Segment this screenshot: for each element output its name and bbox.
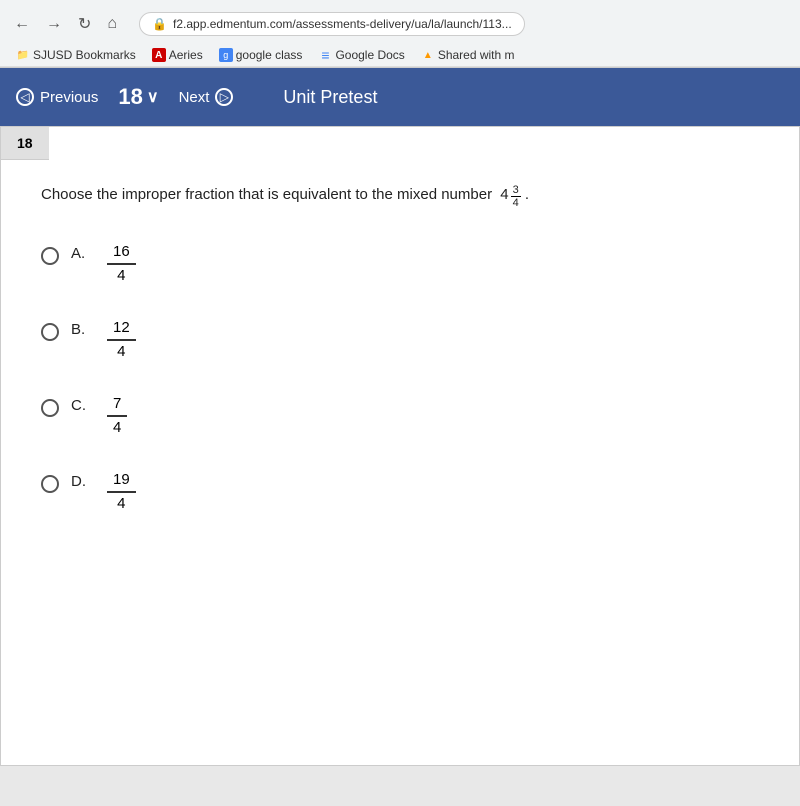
bookmark-shared[interactable]: ▲ Shared with m [415, 46, 521, 64]
mixed-fraction: 3 4 [511, 184, 521, 209]
question-card: 18 Choose the improper fraction that is … [0, 126, 800, 766]
google-docs-icon: ≡ [318, 48, 332, 62]
fraction-d-numerator: 19 [107, 471, 136, 490]
mixed-numerator: 3 [511, 184, 521, 197]
option-c-label: C. [71, 397, 95, 414]
shared-icon: ▲ [421, 48, 435, 62]
bookmark-google-docs-label: Google Docs [335, 48, 404, 62]
bookmark-aeries-label: Aeries [169, 48, 203, 62]
radio-a[interactable] [41, 247, 59, 265]
mixed-number: 4 3 4 [500, 184, 520, 209]
radio-d[interactable] [41, 475, 59, 493]
fraction-a-numerator: 16 [107, 243, 136, 262]
refresh-button[interactable]: ↻ [74, 12, 95, 36]
mixed-whole: 4 [500, 184, 508, 207]
option-c[interactable]: C. 7 4 [41, 389, 759, 441]
previous-label: Previous [40, 89, 98, 106]
previous-icon: ◁ [16, 88, 34, 106]
question-text: Choose the improper fraction that is equ… [41, 184, 759, 209]
browser-chrome: ← → ↻ ⌂ 🔒 f2.app.edmentum.com/assessment… [0, 0, 800, 68]
fraction-d-denominator: 4 [111, 494, 131, 513]
fraction-b-numerator: 12 [107, 319, 136, 338]
bookmark-google-class[interactable]: g google class [213, 46, 309, 64]
bookmarks-bar: 📁 SJUSD Bookmarks A Aeries g google clas… [0, 44, 800, 67]
fraction-b-line [107, 339, 136, 341]
mixed-denominator: 4 [511, 197, 521, 209]
option-b[interactable]: B. 12 4 [41, 313, 759, 365]
question-period: . [525, 186, 529, 203]
bookmark-google-docs[interactable]: ≡ Google Docs [312, 46, 410, 64]
google-class-icon: g [219, 48, 233, 62]
fraction-c-line [107, 415, 127, 417]
fraction-b: 12 4 [107, 319, 136, 361]
fraction-a: 16 4 [107, 243, 136, 285]
option-d[interactable]: D. 19 4 [41, 465, 759, 517]
back-button[interactable]: ← [10, 13, 34, 35]
question-num-text: 18 [118, 84, 142, 110]
option-d-label: D. [71, 473, 95, 490]
fraction-d-line [107, 491, 136, 493]
nav-buttons: ← → ↻ ⌂ 🔒 f2.app.edmentum.com/assessment… [0, 0, 800, 44]
next-button[interactable]: Next ▷ [179, 88, 234, 106]
lock-icon: 🔒 [152, 17, 167, 31]
question-number-display: 18 ∨ [118, 84, 158, 110]
forward-button[interactable]: → [42, 13, 66, 35]
previous-button[interactable]: ◁ Previous [16, 88, 98, 106]
next-label: Next [179, 89, 210, 106]
bookmark-sjusd[interactable]: 📁 SJUSD Bookmarks [10, 46, 142, 64]
option-a[interactable]: A. 16 4 [41, 237, 759, 289]
question-body: Choose the improper fraction that is equ… [1, 160, 799, 541]
question-header-number: 18 [1, 127, 49, 160]
fraction-d: 19 4 [107, 471, 136, 513]
radio-c[interactable] [41, 399, 59, 417]
bookmark-shared-label: Shared with m [438, 48, 515, 62]
bookmark-sjusd-label: SJUSD Bookmarks [33, 48, 136, 62]
url-text: f2.app.edmentum.com/assessments-delivery… [173, 17, 512, 31]
dropdown-arrow[interactable]: ∨ [147, 87, 159, 107]
home-button[interactable]: ⌂ [103, 13, 121, 35]
options-list: A. 16 4 B. 12 4 [41, 237, 759, 517]
option-b-label: B. [71, 321, 95, 338]
question-text-content: Choose the improper fraction that is equ… [41, 186, 492, 203]
fraction-c-denominator: 4 [107, 418, 127, 437]
content-area: 18 Choose the improper fraction that is … [0, 126, 800, 806]
fraction-c-numerator: 7 [107, 395, 127, 414]
fraction-c: 7 4 [107, 395, 127, 437]
aeries-icon: A [152, 48, 166, 62]
toolbar-title: Unit Pretest [283, 87, 377, 108]
sjusd-icon: 📁 [16, 48, 30, 62]
next-icon: ▷ [215, 88, 233, 106]
radio-b[interactable] [41, 323, 59, 341]
fraction-a-denominator: 4 [111, 266, 131, 285]
assessment-toolbar: ◁ Previous 18 ∨ Next ▷ Unit Pretest [0, 68, 800, 126]
fraction-a-line [107, 263, 136, 265]
bookmark-aeries[interactable]: A Aeries [146, 46, 209, 64]
address-bar[interactable]: 🔒 f2.app.edmentum.com/assessments-delive… [139, 12, 525, 36]
option-a-label: A. [71, 245, 95, 262]
bookmark-google-class-label: google class [236, 48, 303, 62]
fraction-b-denominator: 4 [111, 342, 131, 361]
